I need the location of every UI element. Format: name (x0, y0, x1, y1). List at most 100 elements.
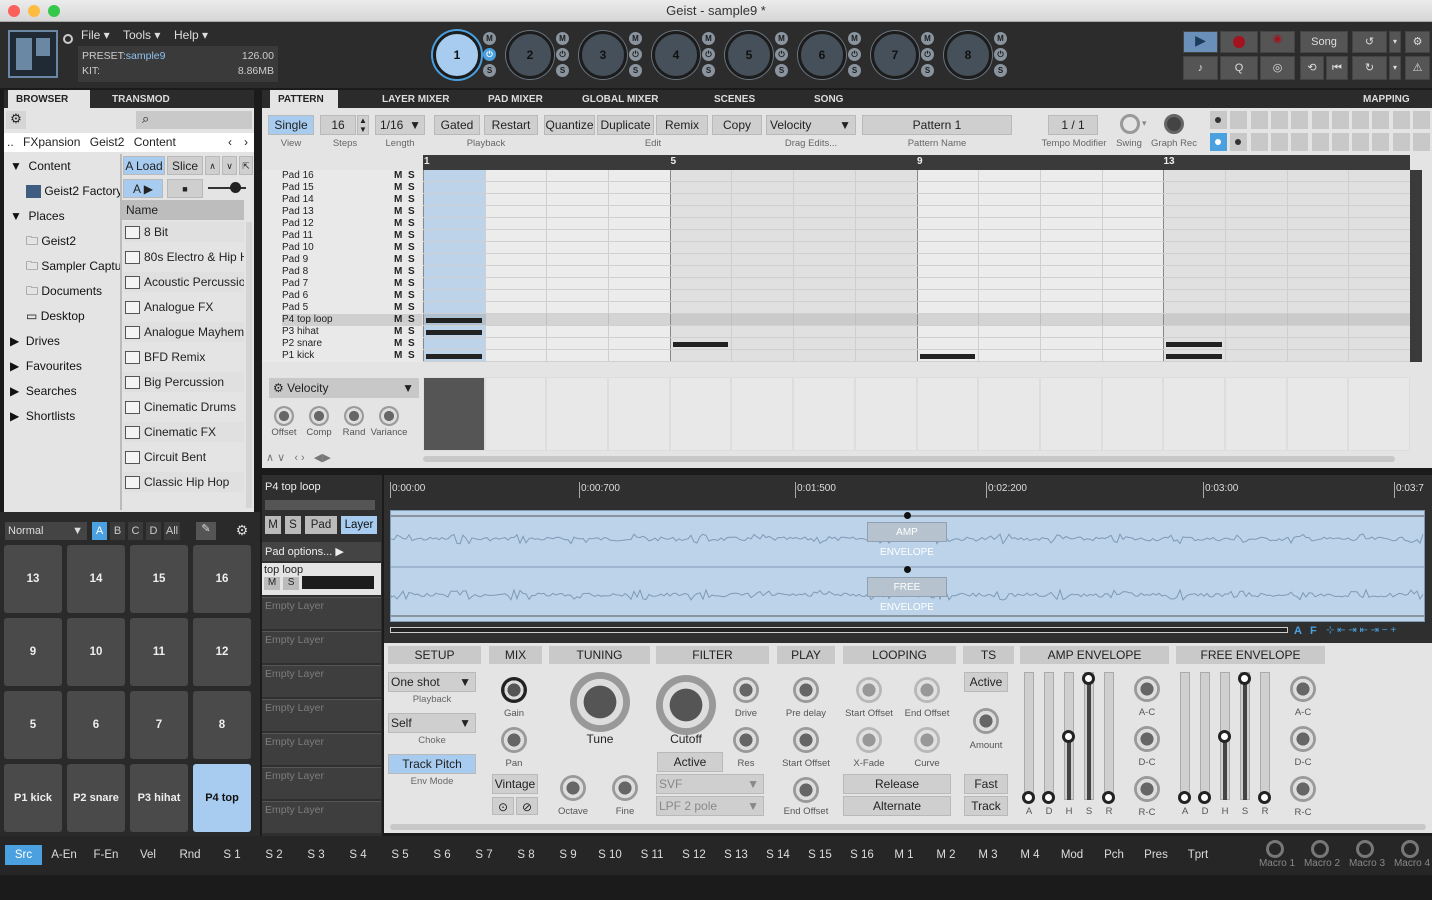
pad-tab-s[interactable]: S (285, 516, 301, 534)
pad-button[interactable]: 13 (4, 545, 62, 613)
pad-button[interactable]: 6 (67, 691, 125, 759)
free-envelope-node[interactable] (904, 566, 911, 573)
scene-button[interactable]: 6 (798, 31, 846, 79)
quantize-button[interactable]: Quantize (544, 115, 595, 135)
audition-volume-slider[interactable] (208, 182, 246, 193)
row-solo-button[interactable]: S (408, 314, 415, 326)
undo-icon[interactable]: ↺ (1352, 31, 1387, 53)
row-solo-button[interactable]: S (408, 218, 415, 230)
layer-slot-1[interactable]: top loop M S (262, 563, 381, 595)
mapping-slot[interactable] (1250, 133, 1268, 151)
pattern-row[interactable]: Pad 16 M S (282, 170, 422, 182)
row-mute-button[interactable]: M (394, 230, 402, 242)
restart-button[interactable]: Restart (484, 115, 538, 135)
velocity-comp-knob[interactable] (309, 406, 329, 426)
velocity-cell[interactable] (424, 378, 484, 450)
file-list-item[interactable]: Acoustic Percussion (123, 272, 244, 292)
row-mute-button[interactable]: M (394, 170, 402, 182)
scene-power-icon[interactable]: ⏻ (775, 48, 788, 61)
pattern-note[interactable] (1166, 354, 1222, 359)
row-mute-button[interactable]: M (394, 326, 402, 338)
tab-global-mixer[interactable]: GLOBAL MIXER (574, 90, 666, 108)
scene-solo-icon[interactable]: S (629, 64, 642, 77)
breadcrumb-geist2[interactable]: Geist2 (90, 135, 125, 149)
row-mute-button[interactable]: M (394, 278, 402, 290)
env-slider-handle[interactable] (1218, 730, 1231, 743)
pad-button[interactable]: P4 top loop (193, 764, 251, 872)
mapping-slot[interactable] (1352, 133, 1370, 151)
bottom-tab[interactable]: A-En (44, 845, 84, 865)
menu-file[interactable]: File ▾ (81, 28, 110, 42)
mapping-slot[interactable] (1413, 111, 1430, 129)
env-amp-r-slider[interactable] (1104, 672, 1114, 800)
gated-button[interactable]: Gated (434, 115, 480, 135)
choke-select[interactable]: Self ▼ (388, 713, 476, 733)
row-solo-button[interactable]: S (408, 326, 415, 338)
drag-edit-select[interactable]: Velocity ▼ (766, 115, 856, 135)
velocity-cell[interactable] (1225, 378, 1286, 450)
undo-menu-icon[interactable]: ▾ (1389, 31, 1401, 53)
velocity-cell[interactable] (1287, 378, 1348, 450)
scene-solo-icon[interactable]: S (848, 64, 861, 77)
mapping-slot[interactable] (1230, 111, 1248, 129)
pad-button[interactable]: 7 (130, 691, 188, 759)
scene-solo-icon[interactable]: S (994, 64, 1007, 77)
mapping-slot[interactable] (1413, 133, 1430, 151)
scene-mute-icon[interactable]: M (483, 32, 496, 45)
scene-mute-icon[interactable]: M (629, 32, 642, 45)
mapping-slot[interactable] (1352, 111, 1370, 129)
ts-amount-knob[interactable] (973, 708, 999, 734)
empty-layer-slot[interactable]: Empty Layer (262, 801, 381, 833)
audition-play-button[interactable]: A ▶ (123, 179, 163, 198)
bottom-tab[interactable]: Rnd (170, 845, 210, 865)
bottom-tab[interactable]: Tprt (1178, 845, 1218, 865)
audition-stop-icon[interactable]: ■ (167, 179, 203, 198)
row-mute-button[interactable]: M (394, 290, 402, 302)
mapping-slot[interactable] (1331, 111, 1349, 129)
pattern-row[interactable]: P3 hihat M S (282, 326, 422, 338)
pad-tab-m[interactable]: M (265, 516, 281, 534)
search-icon[interactable]: ⌕ (136, 111, 252, 129)
scene-button[interactable]: 5 (725, 31, 773, 79)
pad-button[interactable]: 10 (67, 618, 125, 686)
velocity-cell[interactable] (979, 378, 1039, 450)
pad-mode-select[interactable]: Normal ▼ (5, 522, 87, 540)
bottom-tab[interactable]: Mod (1052, 845, 1092, 865)
pattern-row[interactable]: Pad 5 MS (282, 302, 422, 314)
pattern-row[interactable]: P4 top loop M S (282, 314, 422, 326)
edit-icon[interactable]: ✎ (196, 522, 216, 540)
fine-knob[interactable] (612, 775, 638, 801)
row-solo-button[interactable]: S (408, 206, 415, 218)
minimize-window-button[interactable] (28, 5, 40, 17)
tree-content[interactable]: ▼ Content (10, 156, 71, 176)
empty-layer-slot[interactable]: Empty Layer (262, 767, 381, 799)
bottom-tab[interactable]: S 8 (506, 845, 546, 865)
env-free-d-slider[interactable] (1200, 672, 1210, 800)
row-mute-button[interactable]: M (394, 254, 402, 266)
ts-active-button[interactable]: Active (964, 672, 1008, 692)
back-arrow-icon[interactable]: ‹ (228, 133, 232, 152)
velocity-lane-select[interactable]: ⚙ Velocity ▼ (269, 378, 419, 398)
velocity-cell[interactable] (1102, 378, 1163, 450)
bottom-tab[interactable]: S 5 (380, 845, 420, 865)
mapping-slot[interactable] (1270, 133, 1288, 151)
drive-knob[interactable] (733, 677, 759, 703)
record-button[interactable] (1220, 31, 1258, 53)
gain-knob[interactable] (501, 677, 527, 703)
tree-documents[interactable]: 🗀 Documents (26, 281, 120, 301)
track-pitch-button[interactable]: Track Pitch (388, 754, 476, 774)
play-button[interactable]: ▶ (1183, 31, 1218, 53)
scene-button[interactable]: 8 (944, 31, 992, 79)
pad-button[interactable]: 16 (193, 545, 251, 613)
env-free-r-c-knob[interactable] (1290, 776, 1316, 802)
file-list-item[interactable]: Big Percussion (123, 372, 244, 392)
tab-pad-mixer[interactable]: PAD MIXER (480, 90, 551, 108)
bottom-tab[interactable]: M 2 (926, 845, 966, 865)
settings-gear-icon[interactable]: ⚙ (1405, 31, 1430, 53)
bottom-tab[interactable]: S 11 (632, 845, 672, 865)
pad-bank-b[interactable]: B (110, 522, 125, 540)
file-list-item[interactable]: 8 Bit (123, 222, 244, 242)
free-envelope-label[interactable]: FREE ENVELOPE (867, 577, 947, 613)
pad-button[interactable]: 8 (193, 691, 251, 759)
forward-arrow-icon[interactable]: › (244, 133, 248, 152)
